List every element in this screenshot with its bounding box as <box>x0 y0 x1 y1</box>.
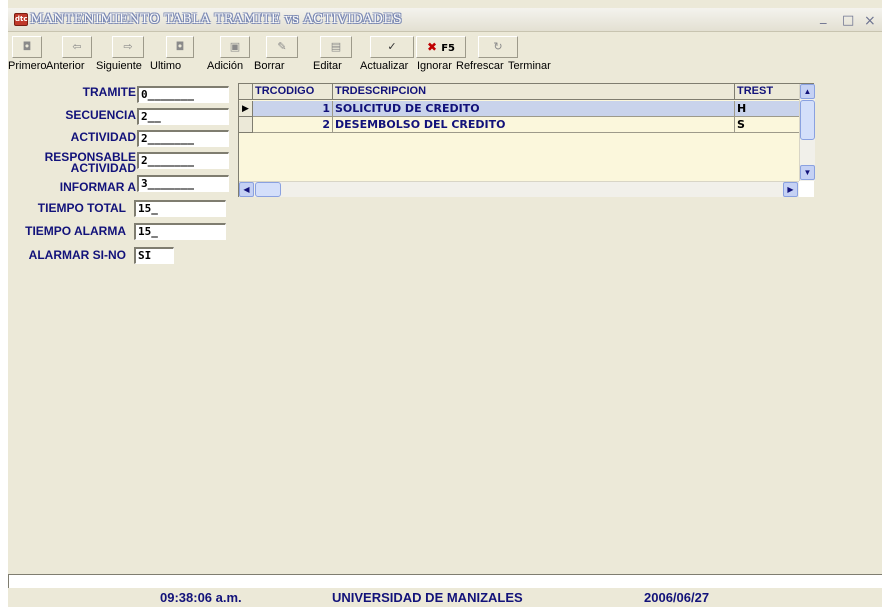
scroll-left-icon[interactable]: ◀ <box>239 182 254 197</box>
refresh-icon: ↻ <box>493 40 503 53</box>
column-header-trcodigo[interactable]: TRCODIGO <box>253 84 333 100</box>
window-title: MANTENIMIENTO TABLA TRAMITE vs ACTIVIDAD… <box>30 12 402 27</box>
cancel-x-icon: ✖ <box>426 40 438 54</box>
first-label[interactable]: Primero <box>8 60 47 72</box>
add-button[interactable]: ▣ <box>220 36 250 58</box>
eraser-icon: ✎ <box>277 40 287 53</box>
arrow-left-icon: ⇦ <box>72 40 82 53</box>
first-record-icon: ◘ <box>22 40 32 53</box>
scroll-down-icon[interactable]: ▼ <box>800 165 815 180</box>
ignore-label[interactable]: Ignorar <box>417 60 452 72</box>
tramite-label: TRAMITE <box>82 85 136 99</box>
previous-record-button[interactable]: ⇦ <box>62 36 92 58</box>
header-indicator-cell <box>239 84 253 100</box>
secuencia-input[interactable]: 2__ <box>137 108 229 125</box>
tramite-input[interactable]: 0_______ <box>137 86 229 103</box>
alarmar-input[interactable]: SI <box>134 247 174 264</box>
delete-label[interactable]: Borrar <box>254 60 285 72</box>
delete-button[interactable]: ✎ <box>266 36 298 58</box>
exit-label[interactable]: Terminar <box>508 60 551 72</box>
row-selector-arrow-icon[interactable]: ▶ <box>239 101 253 117</box>
maximize-icon[interactable]: □ <box>842 13 854 28</box>
vertical-scrollbar[interactable]: ▲ ▼ <box>799 84 815 181</box>
informar-label: INFORMAR A <box>59 180 136 194</box>
previous-label[interactable]: Anterior <box>46 60 85 72</box>
floppy-disk-icon: ▣ <box>229 40 241 53</box>
table-row[interactable]: ▶ 1 SOLICITUD DE CREDITO H <box>239 101 799 117</box>
last-record-button[interactable]: ◘ <box>166 36 194 58</box>
status-bar: 09:38:06 a.m. UNIVERSIDAD DE MANIZALES 2… <box>8 588 882 607</box>
cell-trest[interactable]: S <box>735 117 799 133</box>
refresh-button[interactable]: ↻ <box>478 36 518 58</box>
horizontal-scrollbar[interactable]: ◀ ▶ <box>239 181 799 197</box>
app-icon: dtc <box>14 13 28 26</box>
last-label[interactable]: Ultimo <box>150 60 181 72</box>
tiempo-total-input[interactable]: 15_ <box>134 200 226 217</box>
tiempo-alarma-input[interactable]: 15_ <box>134 223 226 240</box>
edit-form-icon: ▤ <box>330 40 342 53</box>
add-label[interactable]: Adición <box>207 60 243 72</box>
edit-button[interactable]: ▤ <box>320 36 352 58</box>
alarmar-label: ALARMAR SI-NO <box>28 248 126 262</box>
tramite-grid[interactable]: TRCODIGO TRDESCRIPCION TREST ▶ 1 SOLICIT… <box>238 83 815 197</box>
informar-input[interactable]: 3_______ <box>137 175 229 192</box>
grid-body: TRCODIGO TRDESCRIPCION TREST ▶ 1 SOLICIT… <box>239 84 799 181</box>
responsable-label-line2: ACTIVIDAD <box>70 161 136 175</box>
tiempo-alarma-label: TIEMPO ALARMA <box>25 224 126 238</box>
actividad-label: ACTIVIDAD <box>70 130 136 144</box>
edit-label[interactable]: Editar <box>313 60 342 72</box>
last-record-icon: ◘ <box>175 40 185 53</box>
title-bar: dtc MANTENIMIENTO TABLA TRAMITE vs ACTIV… <box>8 8 882 32</box>
status-organization: UNIVERSIDAD DE MANIZALES <box>332 590 523 605</box>
update-button[interactable]: ✓ <box>370 36 414 58</box>
column-header-trest[interactable]: TREST <box>735 84 799 100</box>
message-field <box>8 574 882 588</box>
secuencia-label: SECUENCIA <box>65 108 136 122</box>
next-record-button[interactable]: ⇨ <box>112 36 144 58</box>
f5-key-label: F5 <box>441 43 456 54</box>
responsable-input[interactable]: 2_______ <box>137 152 229 169</box>
cell-trcodigo[interactable]: 1 <box>253 101 333 117</box>
first-record-button[interactable]: ◘ <box>12 36 42 58</box>
cell-trcodigo[interactable]: 2 <box>253 117 333 133</box>
tiempo-total-label: TIEMPO TOTAL <box>37 201 126 215</box>
next-label[interactable]: Siguiente <box>96 60 142 72</box>
grid-header: TRCODIGO TRDESCRIPCION TREST <box>239 84 799 100</box>
cell-trdescripcion[interactable]: SOLICITUD DE CREDITO <box>333 101 735 117</box>
minimize-icon[interactable]: _ <box>820 10 827 25</box>
cell-trdescripcion[interactable]: DESEMBOLSO DEL CREDITO <box>333 117 735 133</box>
scroll-right-icon[interactable]: ▶ <box>783 182 798 197</box>
close-icon[interactable]: × <box>864 13 876 29</box>
arrow-right-icon: ⇨ <box>123 40 133 53</box>
responsable-label: RESPONSABLE ACTIVIDAD <box>45 151 136 175</box>
actividad-input[interactable]: 2_______ <box>137 130 229 147</box>
scroll-up-icon[interactable]: ▲ <box>800 84 815 99</box>
checkmark-icon: ✓ <box>387 40 397 53</box>
cell-trest[interactable]: H <box>735 101 799 117</box>
toolbar: ◘ ⇦ ⇨ ◘ ▣ ✎ ▤ ✓ ✖ F5 ↻ Primero Anterior … <box>8 32 882 76</box>
status-date: 2006/06/27 <box>644 590 710 605</box>
table-row[interactable]: 2 DESEMBOLSO DEL CREDITO S <box>239 117 799 133</box>
column-header-trdescripcion[interactable]: TRDESCRIPCION <box>333 84 735 100</box>
horizontal-scroll-thumb[interactable] <box>255 182 281 197</box>
refresh-label[interactable]: Refrescar <box>456 60 504 72</box>
vertical-scroll-thumb[interactable] <box>800 100 815 140</box>
status-time: 09:38:06 a.m. <box>160 590 242 605</box>
ignore-button[interactable]: ✖ F5 <box>416 36 466 58</box>
update-label[interactable]: Actualizar <box>360 60 408 72</box>
row-selector[interactable] <box>239 117 253 133</box>
